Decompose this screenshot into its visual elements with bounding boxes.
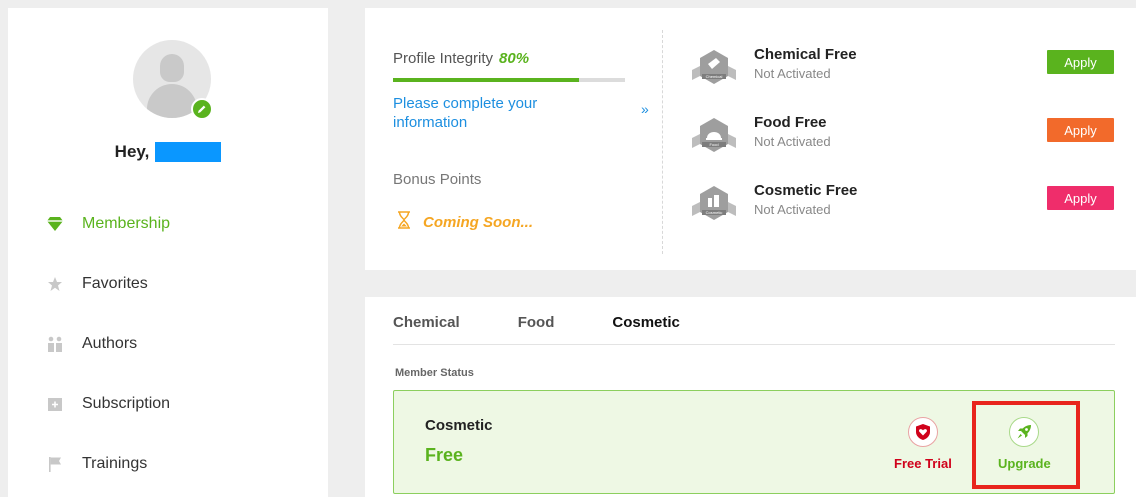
free-trial-button[interactable]: Free Trial [894,417,952,471]
redacted-username [155,142,222,162]
apply-cosmetic-button[interactable]: Apply [1047,186,1114,210]
star-icon [46,275,64,293]
sidebar: Hey, Membership Favorites Authors Subscr… [8,8,328,497]
program-title: Food Free [754,114,827,131]
hourglass-icon [397,211,411,233]
tab-cosmetic[interactable]: Cosmetic [612,314,680,331]
bonus-points-label: Bonus Points [393,171,482,188]
member-status-label: Member Status [395,367,474,379]
bonus-status: Coming Soon... [397,211,533,233]
membership-level: Free [425,445,464,465]
upgrade-label: Upgrade [998,456,1051,471]
free-trial-label: Free Trial [894,456,952,471]
profile-progress-fill [393,78,579,82]
sidebar-item-label: Subscription [82,395,171,412]
food-badge-icon: Food [690,116,738,156]
diamond-icon [46,215,64,233]
sidebar-item-trainings[interactable]: Trainings [8,434,328,494]
apply-food-button[interactable]: Apply [1047,118,1114,142]
profile-card: Profile Integrity 80% Please complete you… [365,8,1136,270]
greeting: Hey, [8,142,328,162]
sidebar-item-subscription[interactable]: Subscription [8,374,328,434]
svg-text:Cosmetic: Cosmetic [706,210,723,215]
sidebar-item-label: Membership [82,215,171,232]
edit-pencil-icon[interactable] [191,98,213,120]
member-status-panel: Cosmetic Free Free Trial Upgrade [393,390,1115,494]
greeting-text: Hey, [114,142,150,161]
sidebar-item-label: Authors [82,335,138,352]
flag-icon [46,455,64,473]
folder-plus-icon [46,395,64,413]
chevron-right-icon[interactable]: » [641,101,649,117]
tab-chemical[interactable]: Chemical [393,314,460,331]
upgrade-button[interactable]: Upgrade [998,417,1051,471]
profile-integrity-percent: 80% [499,50,530,67]
profile-integrity-label: Profile Integrity [393,50,494,67]
tab-divider [393,344,1115,345]
program-status: Not Activated [754,134,831,149]
divider [662,30,663,254]
profile-integrity-heading: Profile Integrity 80% [393,50,529,67]
profile-progress-bar [393,78,625,82]
sidebar-item-membership[interactable]: Membership [8,194,328,254]
rocket-icon [1009,417,1040,447]
bonus-status-text: Coming Soon... [423,213,533,231]
svg-text:Chemical: Chemical [706,74,723,79]
svg-text:Food: Food [709,142,718,147]
food-free-row: Food Food Free Not Activated Apply [690,112,1116,164]
tab-food[interactable]: Food [518,314,555,331]
sidebar-nav: Membership Favorites Authors Subscriptio… [8,194,328,494]
heart-shield-icon [907,417,938,447]
apply-chemical-button[interactable]: Apply [1047,50,1114,74]
people-icon [46,335,64,353]
cosmetic-badge-icon: Cosmetic [690,184,738,224]
chemical-free-row: Chemical Chemical Free Not Activated App… [690,44,1116,96]
chemical-badge-icon: Chemical [690,48,738,88]
avatar[interactable] [133,40,213,120]
membership-category: Cosmetic [425,417,493,434]
cosmetic-free-row: Cosmetic Cosmetic Free Not Activated App… [690,180,1116,232]
program-title: Chemical Free [754,46,857,63]
program-status: Not Activated [754,66,831,81]
sidebar-item-label: Trainings [82,455,148,472]
sidebar-item-authors[interactable]: Authors [8,314,328,374]
membership-tabs: Chemical Food Cosmetic [393,314,738,331]
sidebar-item-label: Favorites [82,275,148,292]
program-status: Not Activated [754,202,831,217]
membership-card: Chemical Food Cosmetic Member Status Cos… [365,297,1136,497]
complete-information-link[interactable]: Please complete your information [393,94,593,132]
program-title: Cosmetic Free [754,182,858,199]
sidebar-item-favorites[interactable]: Favorites [8,254,328,314]
